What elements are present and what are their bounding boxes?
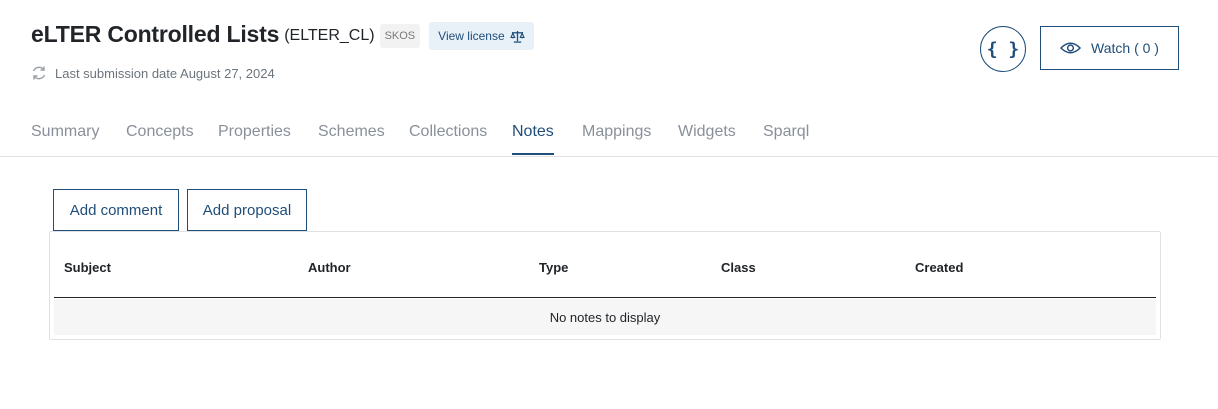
column-header-author[interactable]: Author xyxy=(308,260,351,275)
watch-label: Watch ( 0 ) xyxy=(1091,40,1159,56)
tab-mappings[interactable]: Mappings xyxy=(582,123,651,153)
view-license-button[interactable]: View license xyxy=(429,22,534,50)
add-proposal-button[interactable]: Add proposal xyxy=(187,189,307,231)
column-header-class[interactable]: Class xyxy=(721,260,756,275)
tab-bar: Summary Concepts Properties Schemes Coll… xyxy=(0,109,1218,157)
tab-properties[interactable]: Properties xyxy=(218,123,291,153)
table-header: Subject Author Type Class Created xyxy=(54,232,1156,298)
tab-schemes[interactable]: Schemes xyxy=(318,123,385,153)
tab-collections[interactable]: Collections xyxy=(409,123,487,153)
format-badge: SKOS xyxy=(379,24,421,48)
column-header-created[interactable]: Created xyxy=(915,260,963,275)
eye-icon xyxy=(1060,42,1082,54)
last-submission: Last submission date August 27, 2024 xyxy=(31,65,275,81)
add-comment-button[interactable]: Add comment xyxy=(53,189,179,231)
tab-sparql[interactable]: Sparql xyxy=(763,123,809,153)
tab-summary[interactable]: Summary xyxy=(31,123,99,153)
title-row: eLTER Controlled Lists (ELTER_CL) SKOS V… xyxy=(31,19,534,50)
watch-button[interactable]: Watch ( 0 ) xyxy=(1040,26,1179,70)
view-license-label: View license xyxy=(438,29,505,43)
json-api-button[interactable]: { } xyxy=(980,26,1026,72)
empty-table-message: No notes to display xyxy=(54,299,1156,335)
submission-text: Last submission date August 27, 2024 xyxy=(55,65,275,81)
tab-notes[interactable]: Notes xyxy=(512,123,554,155)
braces-icon: { } xyxy=(986,38,1020,60)
ontology-acronym: (ELTER_CL) xyxy=(284,27,375,44)
refresh-icon xyxy=(32,66,46,80)
column-header-type[interactable]: Type xyxy=(539,260,568,275)
scale-icon xyxy=(509,30,525,43)
tab-widgets[interactable]: Widgets xyxy=(678,123,736,153)
page-header: eLTER Controlled Lists (ELTER_CL) SKOS V… xyxy=(0,0,1218,100)
tab-concepts[interactable]: Concepts xyxy=(126,123,194,153)
column-header-subject[interactable]: Subject xyxy=(64,260,111,275)
page-title: eLTER Controlled Lists xyxy=(31,21,280,47)
notes-table: Subject Author Type Class Created No not… xyxy=(49,231,1161,340)
